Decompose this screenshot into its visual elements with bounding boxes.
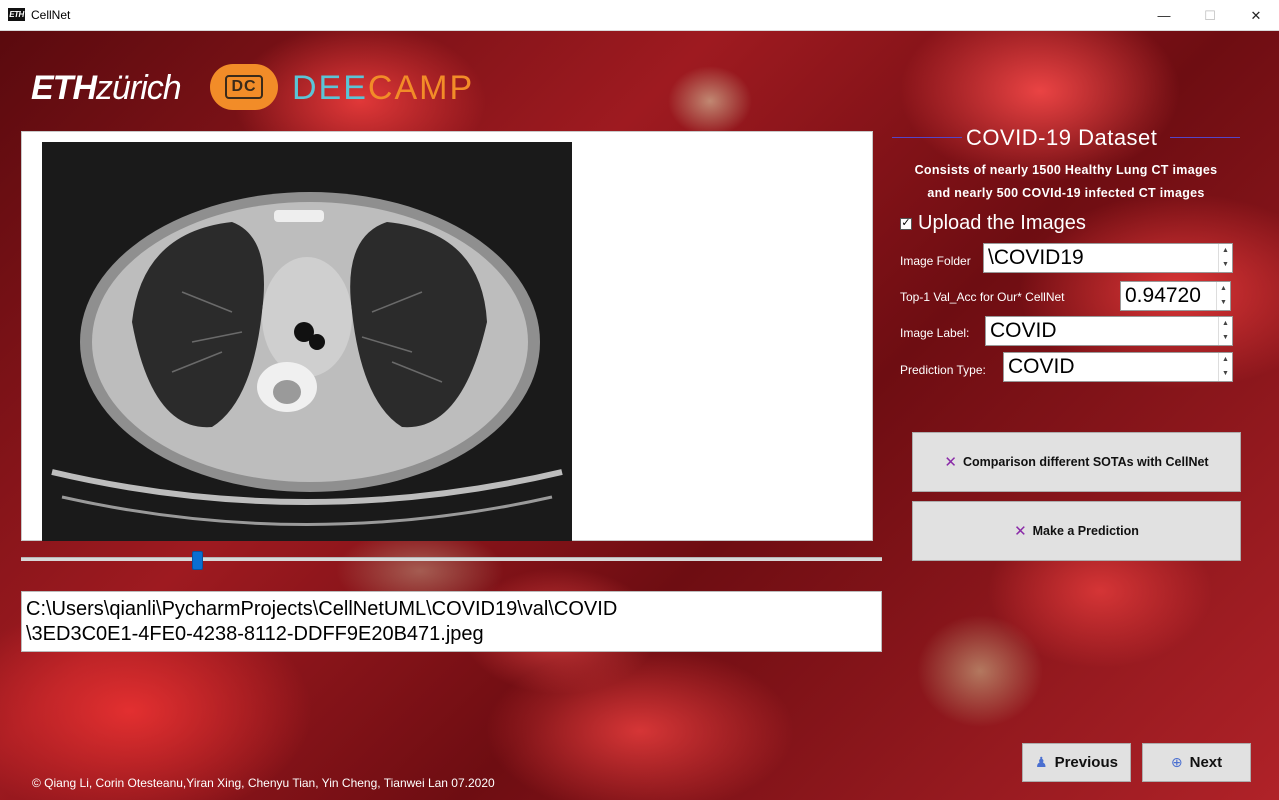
image-folder-value: \COVID19 (988, 246, 1084, 269)
compare-sotas-label: Comparison different SOTAs with CellNet (962, 455, 1209, 469)
image-label-arrows[interactable]: ▲ ▼ (1218, 317, 1232, 345)
previous-label: Previous (1054, 754, 1118, 771)
prediction-type-arrows[interactable]: ▲ ▼ (1218, 353, 1232, 381)
cross-icon: ✕ (1014, 523, 1027, 540)
image-display-panel (21, 131, 873, 541)
make-prediction-button[interactable]: ✕ Make a Prediction (912, 501, 1241, 561)
prediction-type-value: COVID (1008, 355, 1075, 378)
prediction-type-select[interactable]: COVID ▲ ▼ (1003, 352, 1233, 382)
divider-right (1170, 137, 1240, 138)
maximize-button[interactable]: ☐ (1187, 0, 1233, 31)
top1-accuracy-label: Top-1 Val_Acc for Our* CellNet (900, 290, 1065, 304)
divider-left (892, 137, 962, 138)
window-title: CellNet (31, 8, 71, 22)
compare-sotas-button[interactable]: ✕ Comparison different SOTAs with CellNe… (912, 432, 1241, 492)
image-folder-label: Image Folder (900, 254, 971, 268)
copyright-text: © Qiang Li, Corin Otesteanu,Yiran Xing, … (32, 776, 495, 790)
image-folder-arrows[interactable]: ▲ ▼ (1218, 244, 1232, 272)
next-button[interactable]: ⊕ Next (1142, 743, 1251, 782)
dataset-description-line-1: Consists of nearly 1500 Healthy Lung CT … (914, 163, 1218, 177)
top1-accuracy-value: 0.94720 (1125, 284, 1201, 307)
upload-images-checkbox[interactable]: ✓ (900, 217, 912, 230)
deecamp-badge-logo: DC (210, 64, 278, 110)
app-icon: ETH (8, 8, 25, 21)
previous-button[interactable]: ♟ Previous (1022, 743, 1131, 782)
make-prediction-label: Make a Prediction (1032, 524, 1139, 538)
file-path-line-1: C:\Users\qianli\PycharmProjects\CellNetU… (26, 598, 618, 620)
top1-accuracy-spinbox[interactable]: 0.94720 ▲ ▼ (1120, 281, 1231, 311)
upload-images-label: Upload the Images (918, 212, 1086, 234)
ct-scan-image (42, 142, 572, 541)
image-slider-track[interactable] (21, 557, 882, 561)
image-label-value: COVID (990, 319, 1057, 342)
title-bar: ETH CellNet — ☐ ✕ (0, 0, 1279, 31)
file-path-display[interactable]: C:\Users\qianli\PycharmProjects\CellNetU… (21, 591, 882, 652)
crosshair-icon: ⊕ (1170, 754, 1183, 770)
image-folder-select[interactable]: \COVID19 ▲ ▼ (983, 243, 1233, 273)
prediction-type-label: Prediction Type: (900, 363, 986, 377)
image-label-select[interactable]: COVID ▲ ▼ (985, 316, 1233, 346)
person-icon: ♟ (1035, 754, 1048, 770)
cross-icon: ✕ (944, 454, 957, 471)
image-label-label: Image Label: (900, 326, 970, 340)
file-path-line-2: \3ED3C0E1-4FE0-4238-8112-DDFF9E20B471.jp… (26, 623, 484, 645)
eth-zurich-logo: ETHzürich (31, 69, 182, 107)
image-slider-handle[interactable] (192, 551, 203, 570)
minimize-button[interactable]: — (1141, 0, 1187, 31)
upload-images-option[interactable]: ✓ Upload the Images (900, 212, 1086, 235)
dataset-description-line-2: and nearly 500 COVId-19 infected CT imag… (927, 186, 1205, 200)
top1-accuracy-arrows[interactable]: ▲ ▼ (1216, 282, 1230, 310)
next-label: Next (1189, 754, 1223, 771)
dataset-title: COVID-19 Dataset (966, 125, 1158, 150)
deecamp-logo: DEECAMP (292, 69, 475, 107)
close-button[interactable]: ✕ (1233, 0, 1279, 31)
